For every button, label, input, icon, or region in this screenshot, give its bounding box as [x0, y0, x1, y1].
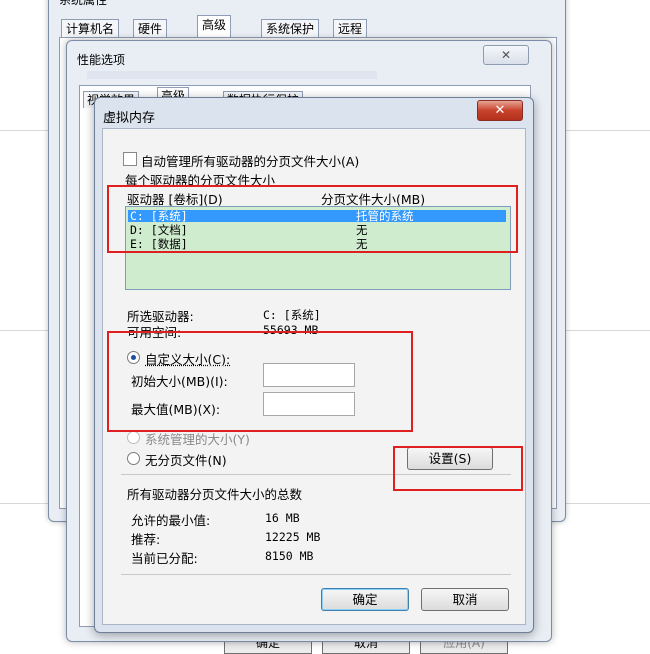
min-allowed-value: 16 MB	[265, 511, 300, 525]
annotation-box-custom-size	[107, 331, 413, 432]
divider	[121, 574, 511, 575]
current-allocated-label: 当前已分配:	[131, 551, 198, 566]
auto-manage-label: 自动管理所有驱动器的分页文件大小(A)	[141, 154, 360, 169]
tab-remote[interactable]: 远程	[333, 19, 368, 38]
tab-advanced[interactable]: 高级	[197, 15, 232, 38]
no-paging-label: 无分页文件(N)	[145, 453, 227, 468]
total-section-label: 所有驱动器分页文件大小的总数	[127, 487, 303, 502]
close-icon: ✕	[500, 48, 512, 62]
window-title: 系统属性	[59, 0, 108, 7]
annotation-box-set-button	[393, 446, 523, 491]
selected-drive-value: C: [系统]	[263, 308, 321, 322]
cancel-button[interactable]: 取消	[421, 588, 509, 611]
recommended-label: 推荐:	[131, 532, 161, 547]
system-managed-radio[interactable]	[127, 431, 140, 444]
close-icon: ✕	[494, 103, 506, 118]
window-title: 性能选项	[77, 53, 126, 67]
annotation-box-drive-list	[107, 185, 518, 253]
min-allowed-label: 允许的最小值:	[131, 513, 211, 528]
close-button[interactable]: ✕	[477, 100, 523, 121]
no-paging-radio[interactable]	[127, 452, 140, 465]
tab-system-protection[interactable]: 系统保护	[261, 19, 320, 38]
recommended-value: 12225 MB	[265, 530, 321, 544]
current-allocated-value: 8150 MB	[265, 549, 314, 563]
blurred-text	[87, 71, 377, 79]
auto-manage-checkbox[interactable]	[123, 152, 137, 166]
close-button[interactable]: ✕	[483, 45, 529, 65]
tab-hardware[interactable]: 硬件	[133, 19, 168, 38]
dialog-title: 虚拟内存	[103, 111, 156, 126]
tab-computer-name[interactable]: 计算机名	[61, 19, 120, 38]
ok-button[interactable]: 确定	[321, 588, 409, 611]
